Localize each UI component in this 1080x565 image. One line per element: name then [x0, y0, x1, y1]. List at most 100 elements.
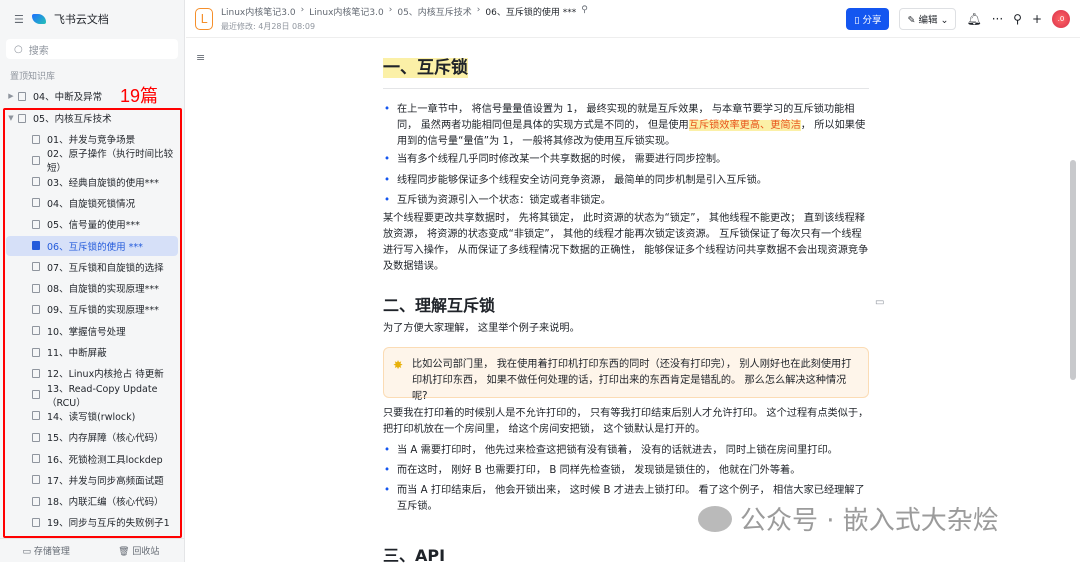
bell-icon[interactable]: 🔔︎ — [966, 12, 981, 26]
bullet-item: 在上一章节中， 将信号量量值设置为 1， 最终实现的就是互斥效果， 与本章节要学… — [384, 102, 869, 150]
doc-icon — [32, 134, 40, 144]
doc-icon — [32, 475, 40, 485]
pin-icon[interactable]: ⚲ — [581, 5, 588, 18]
tree-item-child[interactable]: 02、原子操作（执行时间比较短） — [6, 149, 178, 174]
tree-item-child[interactable]: 03、经典自旋锁的使用*** — [6, 172, 178, 192]
caret-right-icon[interactable]: ▶ — [6, 92, 16, 100]
heading-2: 二、理解互斥锁 — [383, 296, 496, 315]
star-icon: ✸ — [393, 358, 404, 372]
doc-icon — [32, 326, 40, 336]
tree-item-child[interactable]: 05、信号量的使用*** — [6, 214, 178, 234]
tree-item-label: 02、原子操作（执行时间比较短） — [47, 149, 174, 175]
plus-icon[interactable]: + — [1032, 12, 1042, 26]
tree-item-child[interactable]: 04、自旋锁死锁情况 — [6, 193, 178, 213]
tree-item-parent[interactable]: ▼ 05、内核互斥技术 — [6, 108, 178, 128]
user-avatar[interactable]: .0 — [1052, 9, 1070, 28]
trash-label: 回收站 — [132, 547, 160, 557]
doc-icon — [32, 517, 40, 527]
doc-icon — [32, 198, 40, 208]
tree-item-label: 07、互斥锁和自旋锁的选择 — [47, 262, 164, 274]
tree-item-label: 03、经典自旋锁的使用*** — [47, 177, 159, 189]
wechat-icon — [698, 505, 732, 532]
storage-button[interactable]: ▭ 存储管理 — [0, 544, 93, 557]
doc-icon — [32, 347, 40, 357]
tree-item-label: 16、死锁检测工具lockdep — [47, 454, 163, 466]
tree-item-label: 18、内联汇编（核心代码） — [47, 497, 164, 509]
tree-item-child[interactable]: 15、内存屏障（核心代码） — [6, 427, 178, 447]
caret-down-icon[interactable]: ▼ — [6, 114, 16, 122]
tree-item-label: 14、读写锁(rwlock) — [47, 411, 136, 423]
doc-header: L Linux内核笔记3.0 › Linux内核笔记3.0 › 05、内核互斥技术 ›… — [186, 0, 1080, 38]
tree-item-child[interactable]: 06、互斥锁的使用 *** — [6, 235, 178, 256]
search-input[interactable]: ○ 搜索 — [6, 39, 178, 59]
storage-label: 存储管理 — [33, 547, 70, 557]
doc-icon — [32, 390, 40, 400]
outline-icon[interactable]: ≡ — [196, 51, 205, 64]
more-icon[interactable]: ··· — [992, 12, 1003, 26]
tree-item-child[interactable]: 09、互斥锁的实现原理*** — [6, 299, 178, 319]
tree-item-label: 19、同步与互斥的失败例子1 — [47, 518, 170, 530]
doc-icon — [32, 454, 40, 463]
tree-item-label: 15、内存屏障（核心代码） — [47, 433, 164, 445]
doc-icon — [32, 368, 40, 378]
scrollbar[interactable] — [1070, 160, 1076, 380]
tree-item-child[interactable]: 16、死锁检测工具lockdep — [6, 449, 178, 469]
edit-button[interactable]: ✎ 编辑 ⌄ — [899, 7, 957, 30]
paragraph: 某个线程要更改共享数据时， 先将其锁定， 此时资源的状态为“锁定”， 其他线程不… — [383, 213, 869, 272]
divider — [383, 88, 869, 89]
breadcrumb: Linux内核笔记3.0 › Linux内核笔记3.0 › 05、内核互斥技术 › 0… — [221, 5, 588, 18]
annotation-count: 19篇 — [120, 86, 159, 106]
doc-icon — [32, 432, 40, 442]
tree-item-child[interactable]: 18、内联汇编（核心代码） — [6, 491, 178, 511]
tree-item-child[interactable]: 19、同步与互斥的失败例子1 — [6, 512, 178, 532]
tree-item-label: 08、自旋锁的实现原理*** — [47, 284, 159, 296]
tree-item-child[interactable]: 14、读写锁(rwlock) — [6, 406, 178, 426]
bullet-item: 互斥锁为资源引入一个状态：锁定或者非锁定。 — [384, 193, 869, 209]
tree-item-child[interactable]: 11、中断屏蔽 — [6, 342, 178, 362]
tree-item-label: 13、Read-Copy Update（RCU） — [47, 383, 158, 409]
share-button[interactable]: ▯ 分享 — [846, 7, 890, 30]
sidebar-footer: ▭ 存储管理 🗑 回收站 — [0, 538, 185, 562]
tree-item-label: 06、互斥锁的使用 *** — [47, 241, 143, 253]
breadcrumb-item[interactable]: Linux内核笔记3.0 — [309, 5, 384, 18]
tree-item-label: 05、信号量的使用*** — [47, 220, 140, 232]
share-label: 分享 — [862, 14, 882, 26]
doc-icon — [18, 91, 26, 101]
heading-1: 一、互斥锁 — [383, 56, 468, 80]
tree-item-child[interactable]: 08、自旋锁的实现原理*** — [6, 278, 178, 298]
watermark-text: 公众号 · 嵌入式大杂烩 — [740, 506, 999, 536]
tree-item-child[interactable]: 17、并发与同步高频面试题 — [6, 470, 178, 490]
watermark: 公众号 · 嵌入式大杂烩 — [698, 500, 999, 537]
chevron-right-icon: › — [476, 5, 481, 15]
bullet-item: 当 A 需要打印时， 他先过来检查这把锁有没有锁着， 没有的话就进去， 同时上锁… — [384, 443, 869, 459]
callout-text: 比如公司部门里， 我在使用着打印机打印东西的同时（还没有打印完）， 别人刚好也在… — [412, 359, 852, 402]
comment-icon[interactable]: ▭ — [875, 297, 884, 308]
trash-button[interactable]: 🗑 回收站 — [93, 544, 186, 557]
bullet-item: 线程同步能够保证多个线程安全访问竞争资源， 最简单的同步机制是引入互斥锁。 — [384, 173, 869, 189]
doc-icon — [32, 304, 40, 314]
search-placeholder: 搜索 — [28, 45, 49, 57]
tree-item-child[interactable]: 13、Read-Copy Update（RCU） — [6, 384, 178, 409]
doc-icon — [32, 411, 40, 421]
bullet-item: 而在这时， 刚好 B 也需要打印， B 同样先检查锁， 发现锁是锁住的， 他就在… — [384, 463, 869, 479]
breadcrumb-item[interactable]: 05、内核互斥技术 — [397, 5, 471, 18]
tree-item-child[interactable]: 10、掌握信号处理 — [6, 321, 178, 341]
highlight-text: 互斥锁效率更高、更简洁 — [688, 120, 801, 131]
collapse-sidebar-icon[interactable]: ☰ — [14, 13, 24, 26]
bullet-item: 当有多个线程几乎同时修改某一个共享数据的时候， 需要进行同步控制。 — [384, 152, 869, 168]
tree-item-label: 17、并发与同步高频面试题 — [47, 475, 164, 487]
tree-item-child[interactable]: 07、互斥锁和自旋锁的选择 — [6, 257, 178, 277]
tree-item-label: 10、掌握信号处理 — [47, 326, 126, 338]
doc-icon — [32, 283, 40, 293]
tree-item-label: 11、中断屏蔽 — [47, 348, 107, 359]
heading-1-text: 一、互斥锁 — [383, 58, 468, 78]
paragraph: 只要我在打印着的时候别人是不允许打印的， 只有等我打印结束后别人才允许打印。 这… — [383, 408, 869, 435]
paragraph: 为了方便大家理解， 这里举个例子来说明。 — [383, 323, 580, 334]
search-icon[interactable]: ⚲ — [1013, 12, 1022, 26]
breadcrumb-item[interactable]: Linux内核笔记3.0 — [221, 5, 296, 18]
chevron-right-icon: › — [388, 5, 393, 15]
tree-item-label: 04、自旋锁死锁情况 — [47, 198, 136, 210]
tree-item-label: 05、内核互斥技术 — [33, 114, 112, 125]
app-logo-icon — [31, 14, 46, 24]
callout-box: ✸ 比如公司部门里， 我在使用着打印机打印东西的同时（还没有打印完）， 别人刚好也… — [383, 347, 869, 402]
